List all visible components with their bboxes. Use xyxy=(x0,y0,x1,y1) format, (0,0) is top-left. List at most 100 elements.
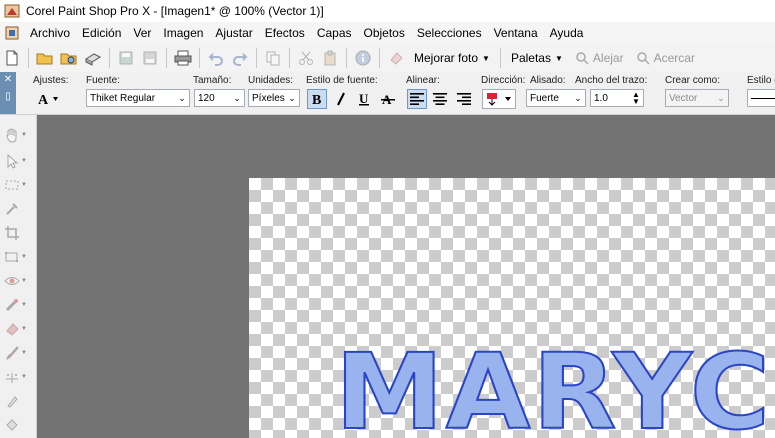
toolbar-separator xyxy=(166,48,167,68)
menu-edicion[interactable]: Edición xyxy=(78,26,129,40)
font-value: Thiket Regular xyxy=(90,92,156,104)
menu-ver[interactable]: Ver xyxy=(129,26,159,40)
chevron-down-icon: ⌄ xyxy=(574,92,582,103)
align-right-icon xyxy=(457,93,471,105)
undo-icon[interactable] xyxy=(205,47,227,69)
retouch-brush-icon xyxy=(5,299,18,312)
svg-text:B: B xyxy=(312,93,321,106)
bold-icon: B xyxy=(312,93,321,106)
pick-tool[interactable]: ▼ xyxy=(4,151,32,171)
svg-text:A: A xyxy=(38,93,49,107)
workspace[interactable]: MARYCIN xyxy=(37,115,775,438)
eye-icon xyxy=(4,277,20,285)
new-file-icon[interactable] xyxy=(1,47,23,69)
line-style-select[interactable] xyxy=(747,89,775,107)
selection-tool[interactable]: ▼ xyxy=(4,175,32,195)
align-right-button[interactable] xyxy=(454,89,474,109)
underline-button[interactable]: U xyxy=(354,89,374,109)
strikethrough-icon: A xyxy=(381,92,395,106)
standard-toolbar: Mejorar foto ▼ Paletas ▼ Alejar Acercar xyxy=(0,44,775,73)
document-menu-icon[interactable] xyxy=(4,25,20,41)
dropper-tool[interactable] xyxy=(4,199,32,219)
paste-icon[interactable] xyxy=(319,47,341,69)
crop-tool[interactable] xyxy=(4,223,32,243)
image-canvas[interactable]: MARYCIN xyxy=(249,178,775,438)
palettes-menu[interactable]: Paletas ▼ xyxy=(505,47,569,69)
font-label: Fuente: xyxy=(86,75,120,86)
align-left-button[interactable] xyxy=(407,89,427,109)
eraser-icon xyxy=(6,323,19,336)
direction-select[interactable] xyxy=(482,89,516,109)
units-value: Píxeles xyxy=(252,92,285,104)
eraser-tool[interactable]: ▼ xyxy=(4,319,32,339)
strikethrough-button[interactable]: A xyxy=(378,89,398,109)
align-center-button[interactable] xyxy=(430,89,450,109)
pan-tool[interactable]: ▼ xyxy=(4,125,32,145)
retouch-tool[interactable]: ▼ xyxy=(4,295,32,315)
font-style-label: Estilo de fuente: xyxy=(306,75,378,86)
line-style-label: Estilo d xyxy=(747,75,775,86)
menu-archivo[interactable]: Archivo xyxy=(26,26,78,40)
size-value: 120 xyxy=(198,92,215,104)
vector-text-object[interactable]: MARYCIN xyxy=(334,339,775,438)
redo-icon[interactable] xyxy=(229,47,251,69)
units-select[interactable]: Píxeles ⌄ xyxy=(248,89,300,107)
antialias-select[interactable]: Fuerte ⌄ xyxy=(526,89,586,107)
cut-icon[interactable] xyxy=(295,47,317,69)
scanner-icon[interactable] xyxy=(82,47,104,69)
antialias-label: Alisado: xyxy=(530,75,566,86)
menu-ajustar[interactable]: Ajustar xyxy=(211,26,260,40)
zoom-in-label: Acercar xyxy=(653,51,695,65)
save-as-icon[interactable] xyxy=(139,47,161,69)
copy-icon[interactable] xyxy=(262,47,284,69)
align-label: Alinear: xyxy=(406,75,440,86)
stroke-width-field[interactable]: 1.0 ▲ ▼ xyxy=(590,89,644,107)
create-as-select[interactable]: Vector ⌄ xyxy=(665,89,729,107)
zoom-in-button[interactable]: Acercar xyxy=(630,47,701,69)
menu-ventana[interactable]: Ventana xyxy=(490,26,546,40)
presets-button[interactable]: A xyxy=(34,89,62,109)
close-icon[interactable]: ✕ xyxy=(4,74,12,85)
paint-brush-tool[interactable]: ▼ xyxy=(4,343,32,363)
zoom-out-button[interactable]: Alejar xyxy=(569,47,630,69)
chevron-down-icon: ⌄ xyxy=(178,92,186,103)
toolbar-separator xyxy=(379,48,380,68)
menu-ayuda[interactable]: Ayuda xyxy=(546,26,592,40)
open-folder-icon[interactable] xyxy=(34,47,56,69)
fill-tool[interactable] xyxy=(4,415,32,435)
menu-capas[interactable]: Capas xyxy=(313,26,360,40)
info-icon[interactable] xyxy=(352,47,374,69)
browse-icon[interactable] xyxy=(58,47,80,69)
eyedropper-icon xyxy=(6,203,18,215)
chevron-down-icon: ▼ xyxy=(554,53,563,63)
toolbar-separator xyxy=(199,48,200,68)
smudge-tool[interactable] xyxy=(4,391,32,411)
eraser-icon[interactable] xyxy=(385,47,407,69)
italic-icon xyxy=(337,92,345,106)
app-icon xyxy=(4,4,20,18)
print-icon[interactable] xyxy=(172,47,194,69)
menu-selecciones[interactable]: Selecciones xyxy=(413,26,490,40)
menu-imagen[interactable]: Imagen xyxy=(159,26,211,40)
paint-bucket-icon xyxy=(6,419,18,431)
palette-grip[interactable]: ✕ ▯ xyxy=(0,72,16,114)
pointer-icon xyxy=(7,153,19,169)
save-icon[interactable] xyxy=(115,47,137,69)
underline-icon: U xyxy=(359,92,369,106)
deform-tool[interactable]: ▼ xyxy=(4,247,32,267)
crop-icon xyxy=(5,226,19,240)
pin-icon[interactable]: ▯ xyxy=(5,91,11,102)
picture-tube-tool[interactable]: ▼ xyxy=(4,367,32,387)
italic-button[interactable] xyxy=(331,89,351,109)
red-eye-tool[interactable]: ▼ xyxy=(4,271,32,291)
text-preset-icon: A xyxy=(38,93,58,107)
spinner-icon[interactable]: ▲ ▼ xyxy=(629,91,643,106)
font-select[interactable]: Thiket Regular ⌄ xyxy=(86,89,190,107)
bold-button[interactable]: B xyxy=(307,89,327,109)
menu-efectos[interactable]: Efectos xyxy=(261,26,313,40)
menu-objetos[interactable]: Objetos xyxy=(360,26,413,40)
enhance-photo-label: Mejorar foto xyxy=(414,51,479,65)
size-select[interactable]: 120 ⌄ xyxy=(194,89,245,107)
paint-brush-icon xyxy=(6,346,19,360)
enhance-photo-menu[interactable]: Mejorar foto ▼ xyxy=(408,47,496,69)
